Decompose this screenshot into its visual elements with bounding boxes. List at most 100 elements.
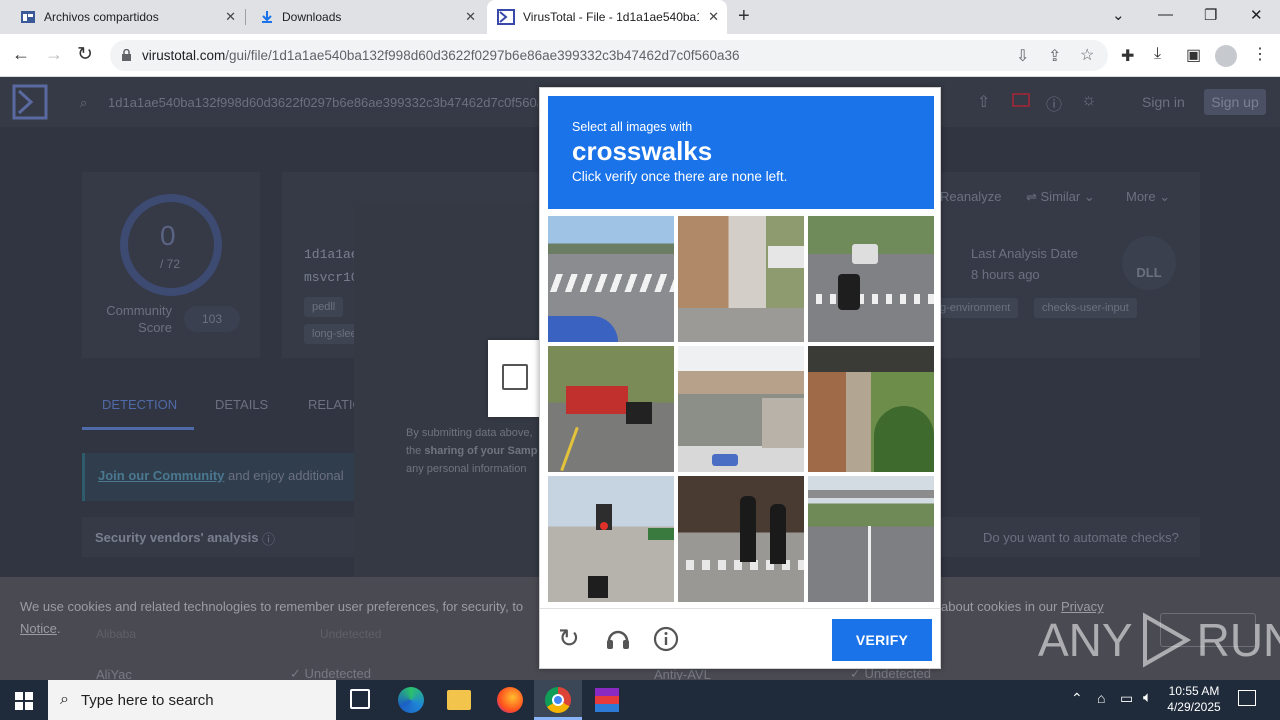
virustotal-logo-icon[interactable] [12, 84, 48, 120]
profile-avatar[interactable] [1215, 45, 1237, 67]
winrar-icon[interactable] [595, 688, 619, 712]
sign-in-link[interactable]: Sign in [1142, 94, 1185, 110]
volume-icon[interactable]: 🔈︎ [1143, 689, 1152, 706]
verify-button[interactable]: VERIFY [832, 619, 932, 661]
captcha-challenge: Select all images with crosswalks Click … [539, 87, 941, 669]
vendor-result: Undetected [320, 627, 382, 641]
tab-title: Archivos compartidos [44, 10, 159, 24]
captcha-footer: ↻ VERIFY [540, 608, 940, 668]
info-icon[interactable]: ⓘ [262, 529, 275, 548]
url-text: virustotal.com/gui/file/1d1a1ae540ba132f… [142, 48, 740, 63]
windows-start-icon[interactable] [15, 692, 33, 710]
captcha-tile-3[interactable] [808, 216, 934, 342]
audio-challenge-icon[interactable] [605, 625, 631, 651]
captcha-tile-6[interactable] [808, 346, 934, 472]
address-bar[interactable]: virustotal.com/gui/file/1d1a1ae540ba132f… [110, 40, 1108, 71]
captcha-target: crosswalks [572, 136, 713, 166]
back-icon[interactable]: ← [12, 44, 30, 65]
sign-up-button[interactable]: Sign up [1204, 89, 1266, 115]
tag-checks-user-input[interactable]: checks-user-input [1034, 298, 1137, 318]
notifications-icon[interactable] [1238, 690, 1256, 706]
vendors-heading: Security vendors' analysis [95, 530, 259, 545]
show-hidden-icons[interactable]: ⌃ [1071, 690, 1083, 707]
close-tab-icon[interactable]: ✕ [465, 9, 476, 25]
install-app-icon[interactable]: ⇩ [1016, 46, 1029, 66]
new-tab-button[interactable]: + [738, 5, 750, 28]
task-view-icon[interactable] [350, 689, 370, 709]
play-logo-icon [1142, 612, 1191, 668]
captcha-tile-8[interactable] [678, 476, 804, 602]
menu-icon[interactable]: ⋮ [1252, 44, 1268, 64]
dll-file-type-icon: DLL [1122, 236, 1176, 290]
reanalyze-button[interactable]: Reanalyze [940, 189, 1001, 204]
chrome-taskbar-item[interactable] [534, 680, 582, 720]
tab-detection[interactable]: DETECTION [102, 397, 177, 412]
captcha-tile-2[interactable] [678, 216, 804, 342]
search-placeholder: Type here to search [80, 691, 214, 709]
vendor-name: Alibaba [96, 627, 137, 641]
captcha-tile-4[interactable] [548, 346, 674, 472]
tab-archivos[interactable]: Archivos compartidos ✕ [8, 0, 244, 34]
forward-icon[interactable]: → [45, 44, 63, 65]
recaptcha-checkbox[interactable] [502, 364, 528, 390]
tab-title: VirusTotal - File - 1d1a1ae540ba1 [523, 10, 699, 24]
downloads-icon[interactable]: ⤓ [1154, 45, 1161, 63]
side-panel-icon[interactable]: ▣ [1186, 45, 1201, 65]
clock[interactable]: 10:55 AM 4/29/2025 [1166, 683, 1222, 715]
help-icon[interactable]: ⓘ [1046, 91, 1062, 115]
reload-icon[interactable]: ↻ [77, 43, 93, 66]
tag-pedll[interactable]: pedll [304, 297, 344, 317]
close-tab-icon[interactable]: ✕ [225, 9, 236, 25]
time: 10:55 AM [1168, 684, 1220, 698]
extensions-icon[interactable]: ✚ [1121, 46, 1134, 66]
captcha-tile-9[interactable] [808, 476, 934, 602]
score-card: 0 / 72 Community Score 103 [82, 172, 260, 358]
tab-downloads[interactable]: Downloads ✕ [250, 0, 484, 34]
similar-menu[interactable]: ⇌ Similar ⌄ [1026, 189, 1095, 205]
captcha-prompt: Select all images with [572, 120, 693, 134]
network-icon[interactable]: ▭ [1120, 690, 1133, 707]
tab-virustotal[interactable]: VirusTotal - File - 1d1a1ae540ba1 ✕ [487, 0, 727, 34]
edge-icon[interactable] [398, 687, 424, 713]
share-icon[interactable]: ⇪ [1048, 46, 1061, 66]
virustotal-favicon-icon [497, 9, 515, 25]
join-text: and enjoy additional [224, 468, 344, 483]
reload-challenge-icon[interactable]: ↻ [558, 623, 580, 654]
captcha-tile-1[interactable] [548, 216, 674, 342]
notifications-icon[interactable] [1012, 93, 1030, 107]
tray-app-icon[interactable]: ⌂ [1097, 690, 1105, 706]
file-hash: 1d1a1ae [304, 247, 359, 262]
tab-title: Downloads [282, 10, 342, 24]
automate-checks-link[interactable]: Do you want to automate checks? [983, 530, 1179, 545]
taskbar-search[interactable]: ⌕ Type here to search [48, 680, 336, 720]
captcha-tile-7[interactable] [548, 476, 674, 602]
upload-icon[interactable]: ⇧ [977, 92, 990, 112]
last-analysis-value: 8 hours ago [971, 267, 1040, 282]
file-explorer-icon[interactable] [447, 690, 471, 710]
minimize-button[interactable]: — [1158, 6, 1173, 23]
browser-tab-strip: Archivos compartidos ✕ Downloads ✕ Virus… [0, 0, 1280, 34]
tab-details[interactable]: DETAILS [215, 397, 268, 412]
close-window-button[interactable]: ✕ [1250, 6, 1263, 24]
captcha-instruction: Click verify once there are none left. [572, 169, 788, 184]
vt-search-input[interactable]: 1d1a1ae540ba132f998d60d3622f0297b6e86ae3… [108, 95, 538, 110]
close-tab-icon[interactable]: ✕ [708, 9, 719, 25]
captcha-header: Select all images with crosswalks Click … [548, 96, 934, 209]
firefox-icon[interactable] [497, 687, 523, 713]
captcha-tile-5[interactable] [678, 346, 804, 472]
notice-link[interactable]: Notice [20, 621, 57, 636]
recaptcha-anchor [488, 340, 540, 417]
join-community-link[interactable]: Join our Community [98, 468, 224, 483]
download-icon [262, 11, 272, 23]
maximize-button[interactable]: ❐ [1204, 6, 1217, 24]
theme-toggle-icon[interactable]: ☼ [1081, 90, 1097, 110]
bookmark-star-icon[interactable]: ☆ [1080, 45, 1094, 65]
more-menu[interactable]: More ⌄ [1126, 189, 1170, 205]
search-icon: ⌕ [80, 95, 88, 110]
tag-environment[interactable]: g-environment [932, 298, 1019, 318]
drive-icon [21, 11, 35, 23]
vendor-result: ✓ Undetected [290, 666, 372, 680]
community-score-label: Community Score [106, 303, 172, 335]
tab-search-icon[interactable]: ⌄ [1112, 6, 1125, 24]
info-icon[interactable] [653, 626, 679, 652]
